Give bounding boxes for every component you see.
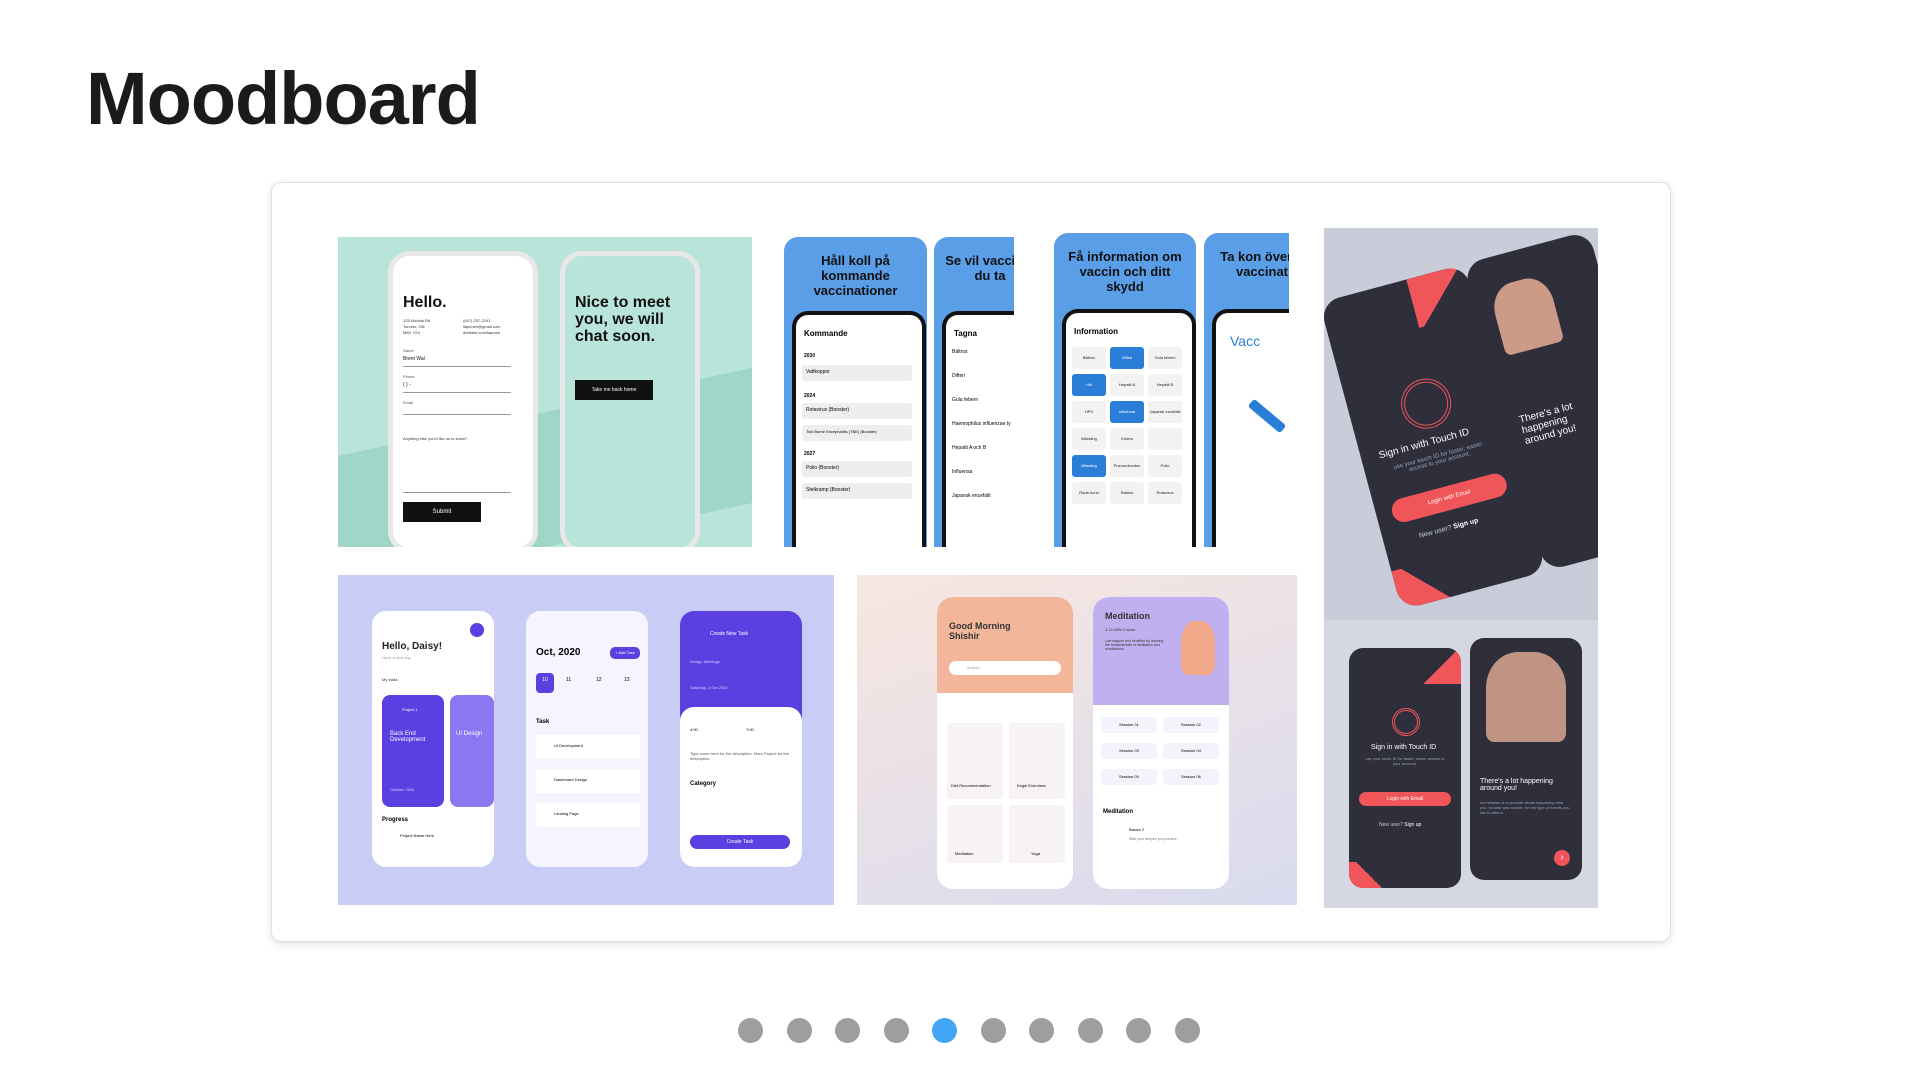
vaccine-grid-cell: Rabies bbox=[1110, 482, 1144, 504]
syringe-icon bbox=[1247, 398, 1287, 434]
fingerprint-icon bbox=[1392, 708, 1420, 736]
carousel-dot-1[interactable] bbox=[738, 1018, 763, 1043]
date-strip: 10 11 12 13 bbox=[536, 673, 640, 693]
carousel-dot-7[interactable] bbox=[1029, 1018, 1054, 1043]
carousel-dot-3[interactable] bbox=[835, 1018, 860, 1043]
phone-mockup: Meditation 3-10 MIN Course Live happier … bbox=[1093, 597, 1229, 889]
moodboard-image-vaccination-upcoming: Håll koll på kommande vaccinationer Komm… bbox=[784, 237, 1014, 547]
phone-mockup: Oct, 2020 + Add Task 10 11 12 13 Task UI… bbox=[526, 611, 648, 867]
geometric-pattern-decoration bbox=[1421, 648, 1461, 684]
vaccine-grid-cell: Japansk encefalit bbox=[1148, 401, 1182, 423]
phone-mockup: Kommande 2030 Vattkoppor 2024 Rotavirus … bbox=[792, 311, 926, 547]
next-arrow-icon: › bbox=[1554, 850, 1570, 866]
moodboard-carousel-slide: Hello. 125 Nichols Rd Toronto, ON M8V 7G… bbox=[271, 182, 1671, 942]
geometric-pattern-decoration bbox=[1406, 264, 1478, 328]
project-card: UI Design bbox=[450, 695, 494, 807]
geometric-pattern-decoration bbox=[1391, 555, 1460, 610]
session-item: Session 03 bbox=[1101, 743, 1157, 759]
phone-mockup: Hello. 125 Nichols Rd Toronto, ON M8V 7G… bbox=[388, 251, 538, 547]
project-card: Project 1 Back End Development October 2… bbox=[382, 695, 444, 807]
moodboard-image-touch-id: Sign in with Touch ID use your touch ID … bbox=[1324, 228, 1598, 908]
session-item: Session 02 bbox=[1163, 717, 1219, 733]
geometric-pattern-decoration bbox=[1349, 862, 1389, 888]
vaccine-grid-cell: Influensa bbox=[1110, 401, 1144, 423]
dancing-people-illustration bbox=[1488, 273, 1565, 357]
carousel-dot-6[interactable] bbox=[980, 1018, 1006, 1043]
vaccine-grid-cell: Mässling bbox=[1072, 428, 1106, 450]
vaccine-grid-cell: Hib bbox=[1072, 374, 1106, 396]
carousel-dot-10[interactable] bbox=[1174, 1018, 1200, 1043]
session-item: Session 05 bbox=[1101, 769, 1157, 785]
vaccine-grid-cell bbox=[1148, 428, 1182, 450]
moodboard-image-task-manager: Hello, Daisy! Have a nice day. My tasks … bbox=[338, 575, 834, 905]
vaccine-grid-cell: Pneumokocker bbox=[1110, 455, 1144, 477]
phone-mockup: Create New Task Design Meetings Saturday… bbox=[680, 611, 802, 867]
vaccine-grid-cell: Rotavirus bbox=[1148, 482, 1182, 504]
phone-mockup: There's a lot happening around you! our … bbox=[1470, 638, 1582, 880]
phone-mockup: Hello, Daisy! Have a nice day. My tasks … bbox=[372, 611, 494, 867]
session-item: Session 06 bbox=[1163, 769, 1219, 785]
vaccine-grid-cell: Kolera bbox=[1110, 428, 1144, 450]
page-title: Moodboard bbox=[86, 57, 481, 140]
phone-mockup: Sign in with Touch ID use your touch ID … bbox=[1349, 648, 1461, 888]
vaccine-grid-cell: Röda hund bbox=[1072, 482, 1106, 504]
vaccine-grid-cell: HPV bbox=[1072, 401, 1106, 423]
vaccine-grid-cell: Hepatit A bbox=[1110, 374, 1144, 396]
vaccine-grid-cell: Gula febern bbox=[1148, 347, 1182, 369]
carousel-dot-5[interactable] bbox=[932, 1018, 957, 1043]
carousel-dot-8[interactable] bbox=[1077, 1018, 1103, 1043]
vaccine-grid-cell: Difteri bbox=[1110, 347, 1144, 369]
phone-mockup: Vacc bbox=[1212, 309, 1289, 547]
vaccine-grid-cell: Bältros bbox=[1072, 347, 1106, 369]
avatar bbox=[470, 623, 484, 637]
phone-mockup: Tagna Bältros Difteri Gula febern Haemop… bbox=[942, 311, 1014, 547]
carousel-dot-9[interactable] bbox=[1126, 1018, 1151, 1043]
meditating-person-illustration bbox=[1181, 621, 1215, 675]
phone-mockup: Information Bältros Difteri Gula febern Hib… bbox=[1062, 309, 1196, 547]
moodboard-image-chat-form: Hello. 125 Nichols Rd Toronto, ON M8V 7G… bbox=[338, 237, 752, 547]
carousel-pagination bbox=[738, 1018, 1200, 1043]
phone-mockup: Good Morning Shishir Search Diet Recomme… bbox=[937, 597, 1073, 889]
vaccine-grid-cell: Hepatit B bbox=[1148, 374, 1182, 396]
moodboard-image-vaccine-information: Få information om vaccin och ditt skydd … bbox=[1044, 233, 1289, 547]
dancing-people-illustration bbox=[1486, 652, 1566, 742]
carousel-dot-4[interactable] bbox=[883, 1018, 909, 1043]
session-item: Session 04 bbox=[1163, 743, 1219, 759]
phone-mockup: Nice to meet you, we will chat soon. Tak… bbox=[560, 251, 700, 547]
vaccine-grid-cell: Polio bbox=[1148, 455, 1182, 477]
fingerprint-icon bbox=[1395, 373, 1457, 435]
carousel-dot-2[interactable] bbox=[786, 1018, 812, 1043]
vaccine-grid-cell: Mässling bbox=[1072, 455, 1106, 477]
moodboard-image-meditation-app: Good Morning Shishir Search Diet Recomme… bbox=[857, 575, 1297, 905]
session-item: Session 01 bbox=[1101, 717, 1157, 733]
